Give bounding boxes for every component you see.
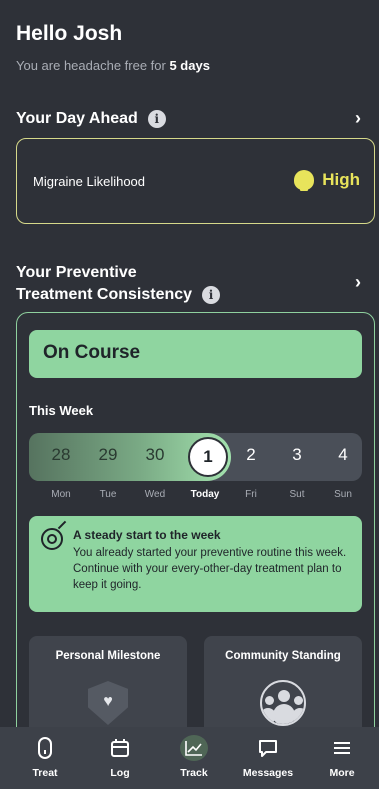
- day-number[interactable]: 2: [233, 445, 269, 465]
- day-number[interactable]: 29: [90, 445, 126, 465]
- preventive-header[interactable]: Your Preventive Treatment Consistency i: [16, 262, 221, 306]
- day-ahead-title: Your Day Ahead: [16, 110, 138, 127]
- likelihood-level: High: [294, 170, 360, 191]
- tip-box: A steady start to the week You already s…: [29, 516, 362, 612]
- tab-label: More: [329, 767, 355, 779]
- tab-messages[interactable]: Messages: [233, 735, 303, 779]
- day-ahead-header[interactable]: Your Day Ahead i: [16, 110, 166, 128]
- today-day-number[interactable]: 1: [188, 437, 228, 477]
- day-label: Sun: [334, 489, 352, 500]
- tab-label: Treat: [32, 767, 58, 779]
- tip-title: A steady start to the week: [73, 528, 221, 542]
- day-label-today: Today: [190, 489, 220, 500]
- community-standing-title: Community Standing: [225, 650, 341, 662]
- day-label: Wed: [144, 489, 166, 500]
- target-icon: [41, 528, 63, 550]
- heart-icon: ♥: [103, 693, 113, 710]
- preventive-consistency-card: On Course This Week 28 29 30 1 2 3 4 Mon…: [16, 312, 375, 772]
- migraine-likelihood-label: Migraine Likelihood: [33, 174, 146, 189]
- tab-label: Log: [110, 767, 130, 779]
- headache-free-subtitle: You are headache free for 5 days: [16, 58, 210, 73]
- day-label: Mon: [51, 489, 71, 500]
- tab-track[interactable]: Track: [159, 735, 229, 779]
- tab-log[interactable]: Log: [85, 735, 155, 779]
- day-number[interactable]: 30: [137, 445, 173, 465]
- greeting: Hello Josh: [16, 22, 123, 45]
- day-number[interactable]: 3: [279, 445, 315, 465]
- info-icon[interactable]: i: [147, 110, 166, 128]
- this-week-label: This Week: [29, 403, 94, 418]
- info-icon[interactable]: i: [202, 286, 221, 304]
- tab-treat[interactable]: Treat: [10, 735, 80, 779]
- day-number[interactable]: 4: [325, 445, 361, 465]
- chevron-right-icon[interactable]: ›: [355, 108, 361, 129]
- chart-icon: [159, 735, 229, 761]
- status-badge: On Course: [29, 330, 362, 378]
- lightbulb-icon: [294, 170, 315, 191]
- day-number[interactable]: 28: [43, 445, 79, 465]
- menu-icon: [307, 735, 377, 761]
- message-icon: [233, 735, 303, 761]
- migraine-likelihood-card[interactable]: Migraine Likelihood High: [16, 138, 375, 224]
- personal-milestone-title: Personal Milestone: [55, 650, 161, 662]
- headache-free-days: 5 days: [169, 58, 210, 73]
- chevron-right-icon[interactable]: ›: [355, 272, 361, 293]
- week-progress-bar: 28 29 30 1 2 3 4: [29, 433, 362, 481]
- preventive-title-line2: Treatment Consistency: [16, 286, 193, 303]
- day-label: Sut: [289, 489, 305, 500]
- bottom-tab-bar: Treat Log Track Messages More: [0, 727, 379, 789]
- calendar-icon: [85, 735, 155, 761]
- treat-icon: [10, 735, 80, 761]
- day-label: Tue: [99, 489, 117, 500]
- day-label: Fri: [245, 489, 257, 500]
- preventive-title-line1: Your Preventive: [16, 264, 137, 281]
- tip-body: You already started your preventive rout…: [73, 547, 347, 591]
- likelihood-level-text: High: [322, 170, 360, 189]
- tab-more[interactable]: More: [307, 735, 377, 779]
- community-icon: [260, 680, 306, 726]
- tab-label: Track: [180, 767, 208, 779]
- tab-label: Messages: [242, 767, 294, 779]
